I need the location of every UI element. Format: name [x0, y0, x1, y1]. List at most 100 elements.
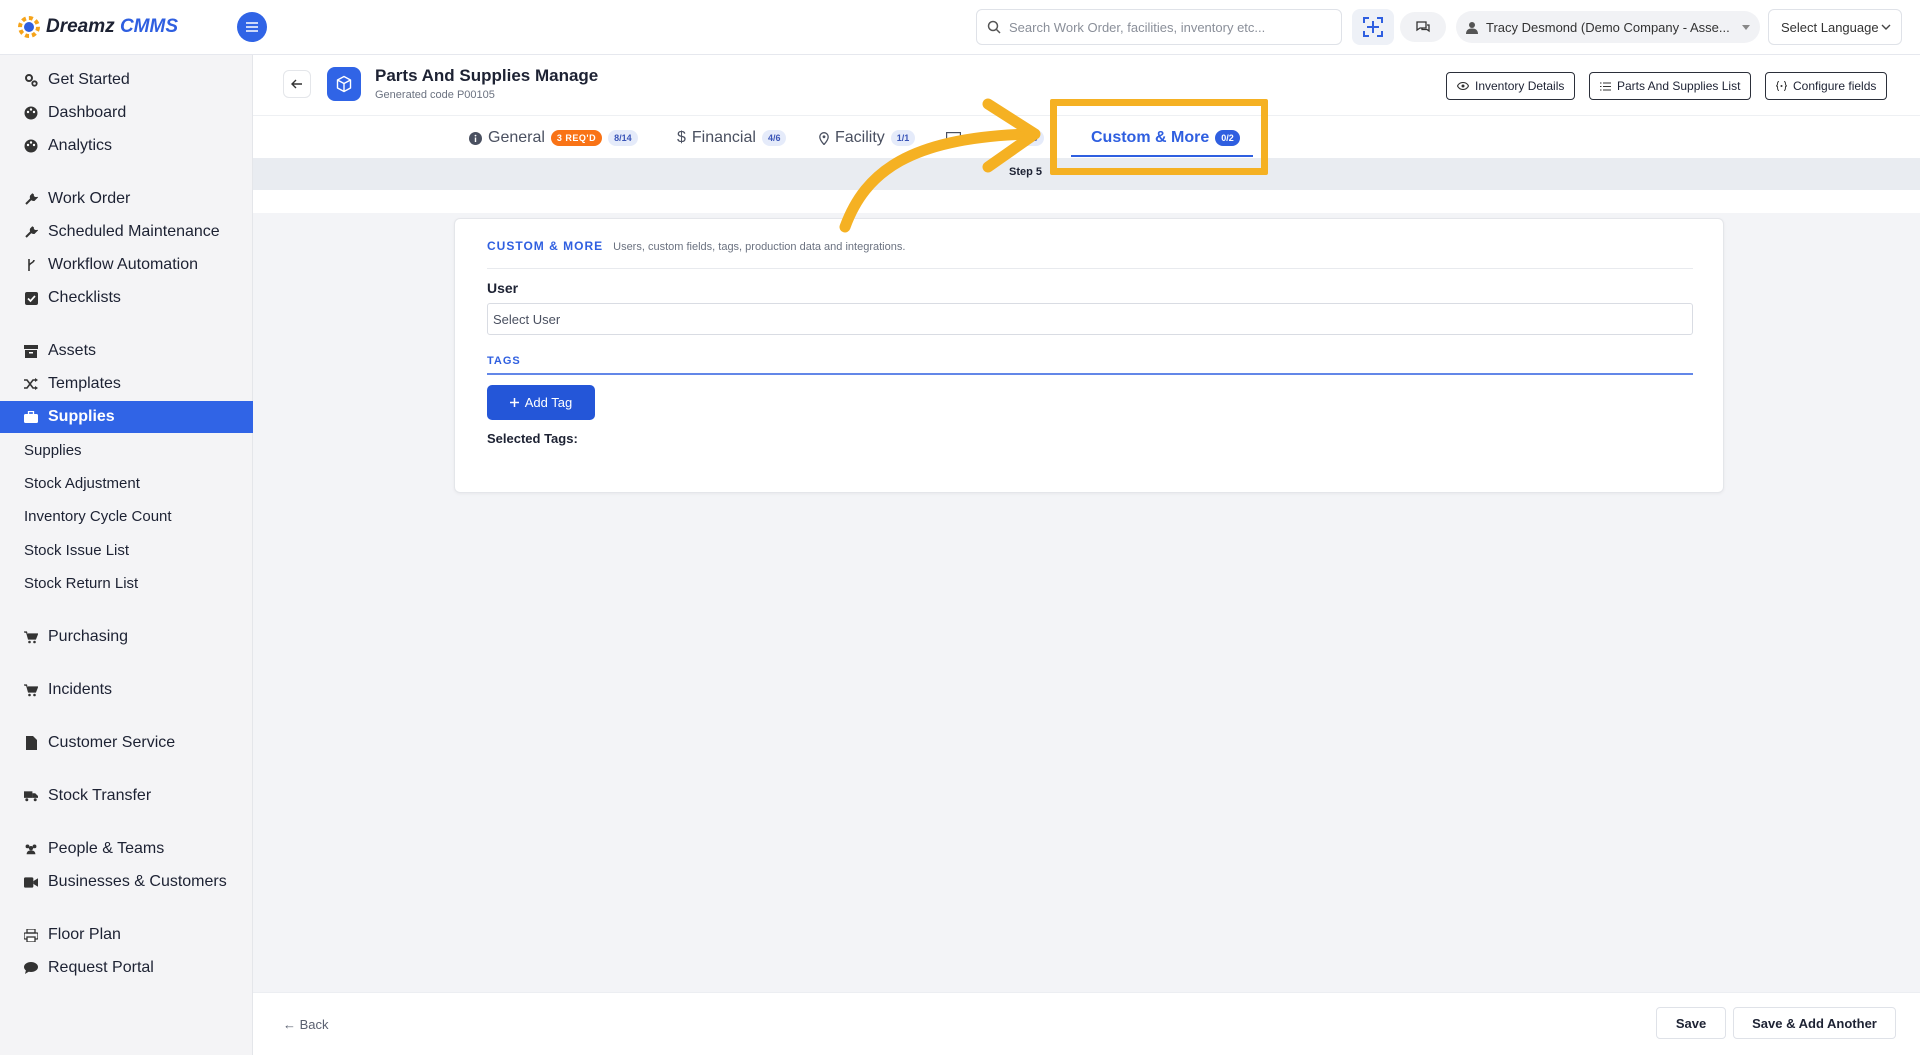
sidebar-subitem-stock-return-list[interactable]: Stock Return List: [0, 568, 253, 598]
inventory-details-button[interactable]: Inventory Details: [1446, 72, 1576, 100]
sidebar-item-label: Supplies: [48, 408, 115, 425]
truck-icon: [24, 789, 38, 803]
back-link[interactable]: ← Back: [283, 1017, 329, 1032]
tags-label: TAGS: [487, 355, 521, 367]
sidebar-item-assets[interactable]: Assets: [0, 335, 253, 367]
sidebar-item-label: Businesses & Customers: [48, 873, 227, 890]
cart-icon: [24, 683, 38, 697]
sidebar-item-scheduled-maintenance[interactable]: Scheduled Maintenance: [0, 216, 253, 248]
cube-icon: [327, 67, 361, 101]
configure-fields-button[interactable]: Configure fields: [1765, 72, 1888, 100]
wrench-icon: [24, 225, 38, 239]
save-add-another-button[interactable]: Save & Add Another: [1733, 1007, 1896, 1039]
sidebar-item-label: People & Teams: [48, 840, 165, 857]
page-subtitle: Generated code P00105: [375, 89, 495, 101]
language-select[interactable]: Select Language: [1768, 9, 1902, 45]
info-icon: [469, 131, 482, 145]
sidebar: Get Started Dashboard Analytics Work Ord…: [0, 55, 253, 1055]
hamburger-icon: [246, 22, 258, 32]
sidebar-subitem-inventory-cycle-count[interactable]: Inventory Cycle Count: [0, 501, 253, 531]
top-bar: Dreamz CMMS Tracy Desmond (Demo Company …: [0, 0, 1920, 55]
sidebar-subitem-stock-issue-list[interactable]: Stock Issue List: [0, 535, 253, 565]
sidebar-item-floor-plan[interactable]: Floor Plan: [0, 919, 253, 951]
branch-icon: [24, 258, 38, 272]
main-content: Parts And Supplies Manage Generated code…: [253, 55, 1920, 1055]
user-name: Tracy Desmond (Demo Company - Asse...: [1486, 19, 1730, 35]
eye-icon: [1457, 82, 1469, 90]
sidebar-item-label: Customer Service: [48, 734, 176, 751]
chat-icon: [1416, 21, 1430, 33]
sidebar-subitem-stock-adjustment[interactable]: Stock Adjustment: [0, 468, 253, 498]
menu-toggle-button[interactable]: [237, 12, 267, 42]
scan-button[interactable]: [1352, 9, 1394, 45]
user-select[interactable]: Select User: [487, 303, 1693, 335]
check-square-icon: [24, 291, 38, 305]
add-tag-button[interactable]: Add Tag: [487, 385, 595, 420]
tab-general[interactable]: General 3 REQ'D 8/14: [469, 126, 638, 150]
parts-supplies-list-button[interactable]: Parts And Supplies List: [1589, 72, 1752, 100]
user-menu[interactable]: Tracy Desmond (Demo Company - Asse...: [1456, 11, 1760, 43]
sidebar-subitem-supplies[interactable]: Supplies: [0, 435, 253, 465]
users-icon: [24, 842, 38, 856]
back-arrow-button[interactable]: [283, 70, 311, 98]
sidebar-item-templates[interactable]: Templates: [0, 368, 253, 400]
page-title: Parts And Supplies Manage: [375, 66, 599, 85]
sidebar-item-workflow-automation[interactable]: Workflow Automation: [0, 249, 253, 281]
search-icon: [987, 20, 1001, 34]
sidebar-item-label: Stock Transfer: [48, 787, 152, 804]
palette-icon: [24, 139, 38, 153]
wrench-icon: [24, 192, 38, 206]
chat-button[interactable]: [1400, 12, 1446, 42]
required-badge: 3 REQ'D: [550, 130, 603, 146]
video-icon: [24, 875, 38, 889]
briefcase-icon: [24, 410, 38, 424]
sidebar-item-work-order[interactable]: Work Order: [0, 183, 253, 215]
save-button[interactable]: Save: [1656, 1007, 1726, 1039]
language-label: Select Language: [1781, 19, 1879, 35]
count-badge: 8/14: [608, 130, 638, 146]
sidebar-item-stock-transfer[interactable]: Stock Transfer: [0, 780, 253, 812]
scan-icon: [1363, 17, 1383, 37]
sidebar-item-customer-service[interactable]: Customer Service: [0, 727, 253, 759]
sidebar-item-label: Scheduled Maintenance: [48, 223, 220, 240]
gear-logo-icon: [18, 16, 40, 38]
sidebar-item-businesses-customers[interactable]: Businesses & Customers: [0, 866, 253, 898]
sidebar-item-checklists[interactable]: Checklists: [0, 282, 253, 314]
section-description: Users, custom fields, tags, production d…: [613, 241, 906, 253]
sidebar-item-incidents[interactable]: Incidents: [0, 674, 253, 706]
custom-more-card: CUSTOM & MORE Users, custom fields, tags…: [454, 218, 1724, 493]
caret-down-icon: [1742, 24, 1750, 30]
plus-icon: [509, 398, 519, 407]
logo-text: Dreamz CMMS: [46, 16, 178, 37]
search-input[interactable]: [1009, 19, 1329, 35]
sidebar-item-dashboard[interactable]: Dashboard: [0, 97, 253, 129]
sidebar-item-label: Incidents: [48, 681, 113, 698]
sidebar-item-analytics[interactable]: Analytics: [0, 130, 253, 162]
sidebar-item-request-portal[interactable]: Request Portal: [0, 952, 253, 984]
user-icon: [1466, 21, 1478, 34]
sidebar-item-label: Get Started: [48, 71, 130, 88]
dollar-icon: $: [677, 129, 686, 146]
tab-financial[interactable]: $ Financial 4/6: [677, 126, 787, 150]
app-logo[interactable]: Dreamz CMMS: [16, 14, 178, 40]
sidebar-item-label: Purchasing: [48, 628, 129, 645]
gears-icon: [24, 73, 38, 87]
sidebar-item-get-started[interactable]: Get Started: [0, 64, 253, 96]
comment-icon: [24, 961, 38, 975]
arrow-left-icon: ←: [283, 1017, 296, 1032]
sidebar-item-label: Request Portal: [48, 959, 154, 976]
count-badge: 4/6: [761, 130, 787, 146]
sidebar-item-label: Checklists: [48, 289, 121, 306]
sidebar-item-label: Work Order: [48, 190, 131, 207]
sidebar-item-label: Assets: [48, 342, 97, 359]
global-search[interactable]: [976, 9, 1342, 45]
section-title: CUSTOM & MORE: [487, 239, 604, 253]
sidebar-item-purchasing[interactable]: Purchasing: [0, 621, 253, 653]
sidebar-item-label: Dashboard: [48, 104, 127, 121]
sidebar-item-label: Templates: [48, 375, 121, 392]
sidebar-item-people-teams[interactable]: People & Teams: [0, 833, 253, 865]
file-icon: [24, 736, 38, 750]
archive-icon: [24, 344, 38, 358]
sidebar-item-supplies[interactable]: Supplies: [0, 401, 253, 433]
annotation-arrow-icon: [839, 98, 1041, 233]
